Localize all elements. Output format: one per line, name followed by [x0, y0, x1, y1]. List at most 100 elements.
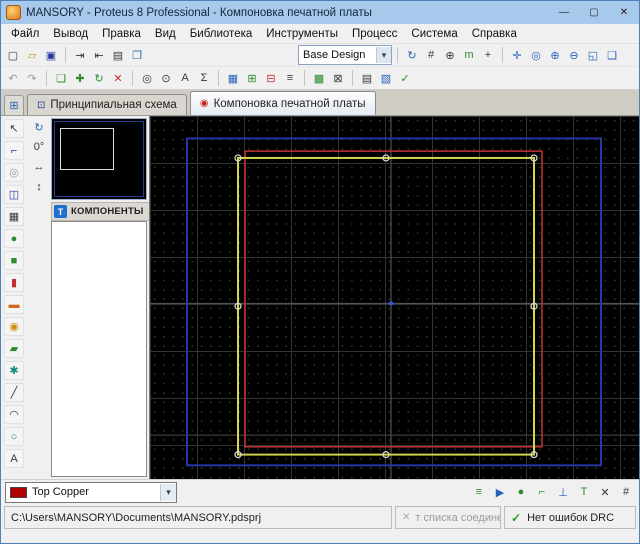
tab-pcb-layout[interactable]: ◉ Компоновка печатной платы [190, 91, 376, 115]
pan-icon[interactable]: ✛ [508, 47, 526, 64]
package-mode-icon[interactable]: ▦ [4, 207, 24, 226]
menu-edit[interactable]: Правка [95, 27, 148, 41]
main-area: ↖ ⌐ ◎ ◫ ▦ ● ■ ▮ ▬ ◉ ▰ ✱ ╱ ◠ ○ A ↻ 0° ↔ ↕ [1, 116, 639, 479]
connectivity-check-icon[interactable]: ✓ [396, 70, 414, 87]
export-icon[interactable]: ⇤ [90, 47, 108, 64]
auto-name-icon[interactable]: A [176, 70, 194, 87]
chevron-down-icon[interactable]: ▾ [160, 484, 176, 501]
grid-snap-icon[interactable]: # [617, 484, 635, 501]
mirror-v-icon[interactable]: ↕ [30, 179, 48, 195]
board-edge-yellow[interactable] [238, 158, 534, 455]
status-drc: ✓ Нет ошибок DRC [504, 506, 636, 529]
toolbar-separator [352, 70, 353, 86]
text-icon[interactable]: A [4, 449, 24, 468]
metric-icon[interactable]: m [460, 47, 478, 64]
components-header-label: КОМПОНЕНТЫ [71, 206, 143, 217]
mirror-h-icon[interactable]: ↔ [30, 159, 48, 175]
bom-icon[interactable]: ▤ [358, 70, 376, 87]
home-tab-icon[interactable]: ⊞ [4, 95, 24, 115]
mark-area-icon[interactable]: ❐ [128, 47, 146, 64]
tab-schematic[interactable]: ⊡ Принципиальная схема [27, 94, 187, 115]
block-delete-icon[interactable]: ✕ [109, 70, 127, 87]
component-mode-icon[interactable]: ◫ [4, 185, 24, 204]
title-bar[interactable]: MANSORY - Proteus 8 Professional - Компо… [1, 1, 639, 24]
rotate-icon[interactable]: ↻ [30, 119, 48, 135]
toggle-selector-icon[interactable]: T [54, 205, 67, 218]
save-icon[interactable]: ▣ [42, 47, 60, 64]
next-layer-icon[interactable]: ▶ [491, 484, 509, 501]
stitch-via-icon[interactable]: ◉ [4, 317, 24, 336]
minimize-button[interactable]: — [549, 1, 579, 24]
zoom-out-icon[interactable]: ⊖ [565, 47, 583, 64]
menu-view[interactable]: Вид [148, 27, 183, 41]
drc-report-icon[interactable]: ⊠ [329, 70, 347, 87]
mounting-pads[interactable] [235, 155, 537, 458]
menu-process[interactable]: Процесс [345, 27, 404, 41]
ratsnest-icon[interactable]: ✱ [4, 361, 24, 380]
print-icon[interactable]: ▤ [109, 47, 127, 64]
layer-pairs-icon[interactable]: ≡ [470, 484, 488, 501]
open-folder-icon[interactable]: ▱ [23, 47, 41, 64]
center-view-icon[interactable]: ◎ [527, 47, 545, 64]
new-file-icon[interactable]: ▢ [4, 47, 22, 64]
goto-sheet-icon[interactable]: ≡ [281, 70, 299, 87]
round-pad-icon[interactable]: ● [4, 229, 24, 248]
angle-display: 0° [30, 139, 48, 155]
zoom-in-icon[interactable]: ⊕ [546, 47, 564, 64]
menu-system[interactable]: Система [404, 27, 464, 41]
components-header: T КОМПОНЕНТЫ [51, 202, 149, 221]
chevron-down-icon[interactable]: ▾ [376, 47, 391, 63]
cursor-mode-icon[interactable]: + [479, 47, 497, 64]
circle-icon[interactable]: ○ [4, 427, 24, 446]
grid-toggle-icon[interactable]: # [422, 47, 440, 64]
menu-library[interactable]: Библиотека [183, 27, 260, 41]
unmitre-icon[interactable]: ✕ [596, 484, 614, 501]
components-list[interactable] [51, 221, 147, 477]
overview-window[interactable] [51, 118, 147, 200]
board-region-blue[interactable] [187, 138, 601, 465]
redraw-icon[interactable]: ↻ [403, 47, 421, 64]
search-icon[interactable]: ⊙ [157, 70, 175, 87]
maximize-button[interactable]: ▢ [579, 1, 609, 24]
mitre-icon[interactable]: T [575, 484, 593, 501]
design-combo[interactable]: Base Design ▾ [298, 45, 392, 65]
board-outline-red[interactable] [245, 151, 542, 447]
smd-pad-icon[interactable]: ▬ [4, 295, 24, 314]
block-rotate-icon[interactable]: ↻ [90, 70, 108, 87]
zoom-area-icon[interactable]: ❑ [603, 47, 621, 64]
zoom-all-icon[interactable]: ◱ [584, 47, 602, 64]
undo-icon[interactable]: ↶ [4, 70, 22, 87]
track-mode-icon[interactable]: ⌐ [4, 141, 24, 160]
redo-icon[interactable]: ↷ [23, 70, 41, 87]
block-move-icon[interactable]: ✚ [71, 70, 89, 87]
zone-recalc-icon[interactable]: ▩ [310, 70, 328, 87]
block-copy-icon[interactable]: ❏ [52, 70, 70, 87]
trace-angle-icon[interactable]: ⌐ [533, 484, 551, 501]
menu-output[interactable]: Вывод [46, 27, 95, 41]
property-tool-icon[interactable]: Σ [195, 70, 213, 87]
menu-file[interactable]: Файл [4, 27, 46, 41]
zone-tool-icon[interactable]: ● [512, 484, 530, 501]
line-icon[interactable]: ╱ [4, 383, 24, 402]
layer-color-swatch [10, 487, 27, 498]
zone-mode-icon[interactable]: ▰ [4, 339, 24, 358]
import-icon[interactable]: ⇥ [71, 47, 89, 64]
layer-combo[interactable]: Top Copper ▾ [5, 482, 177, 503]
via-mode-icon[interactable]: ◎ [4, 163, 24, 182]
design-explorer-icon[interactable]: ▦ [224, 70, 242, 87]
square-pad-icon[interactable]: ■ [4, 251, 24, 270]
new-sheet-icon[interactable]: ⊞ [243, 70, 261, 87]
dil-pad-icon[interactable]: ▮ [4, 273, 24, 292]
pick-object-icon[interactable]: ◎ [138, 70, 156, 87]
arc-icon[interactable]: ◠ [4, 405, 24, 424]
false-origin-icon[interactable]: ⊕ [441, 47, 459, 64]
pcb-editor-canvas[interactable] [149, 116, 639, 479]
layer-combo-value: Top Copper [32, 486, 89, 498]
remove-sheet-icon[interactable]: ⊟ [262, 70, 280, 87]
teardrop-icon[interactable]: ⊥ [554, 484, 572, 501]
selector-tool-icon[interactable]: ↖ [4, 119, 24, 138]
menu-tools[interactable]: Инструменты [259, 27, 345, 41]
close-button[interactable]: ✕ [609, 1, 639, 24]
menu-help[interactable]: Справка [465, 27, 524, 41]
3d-view-icon[interactable]: ▧ [377, 70, 395, 87]
